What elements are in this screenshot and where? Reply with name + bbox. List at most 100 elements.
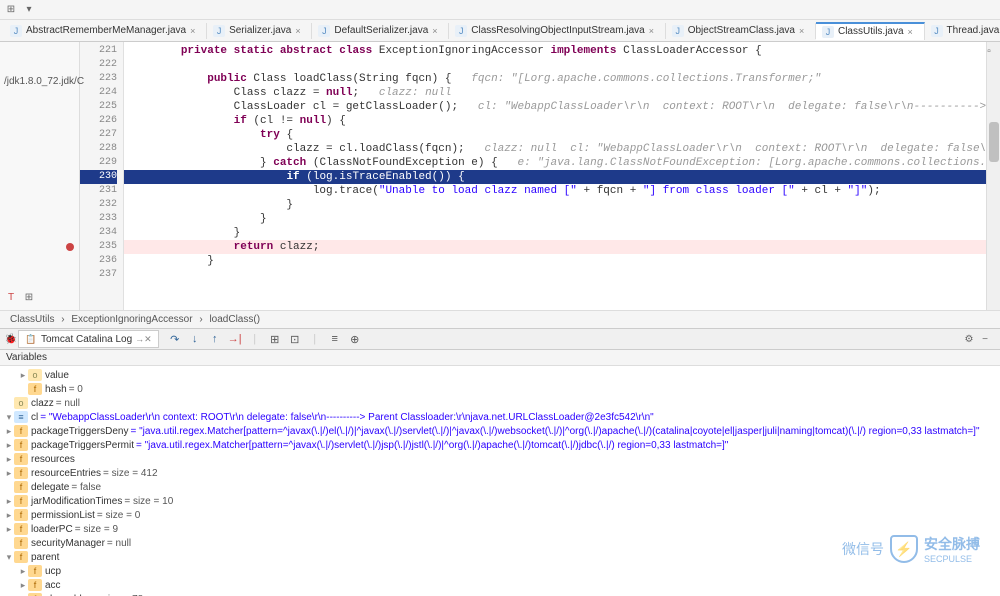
step-over-icon[interactable]: ↷ (167, 331, 183, 347)
editor-tab[interactable]: JAbstractRememberMeManager.java× (4, 23, 207, 39)
variable-row[interactable]: ▸fcloseables = size = 78 (4, 592, 996, 596)
toolbar-icon[interactable]: ▾ (22, 3, 36, 17)
editor-tab[interactable]: JSerializer.java× (207, 23, 312, 39)
variable-row[interactable]: ▸fresources (4, 452, 996, 466)
editor-tab[interactable]: JDefaultSerializer.java× (312, 23, 449, 39)
line-number[interactable]: 234 (80, 226, 117, 240)
gear-icon[interactable]: ⚙ (962, 332, 976, 346)
expand-icon[interactable]: ▸ (18, 370, 28, 381)
breadcrumb-item[interactable]: ExceptionIgnoringAccessor (71, 314, 192, 325)
code-line[interactable]: try { (124, 128, 986, 142)
line-number[interactable]: 235 (80, 240, 117, 254)
variable-row[interactable]: ▸fpackageTriggersDeny = "java.util.regex… (4, 424, 996, 438)
variable-row[interactable]: fsecurityManager = null (4, 536, 996, 550)
expand-icon[interactable]: ▾ (4, 412, 14, 423)
expand-icon[interactable]: ▸ (4, 454, 14, 465)
code-line[interactable] (124, 268, 986, 282)
run-to-icon[interactable]: →| (227, 331, 243, 347)
variable-row[interactable]: ▸ovalue (4, 368, 996, 382)
line-number[interactable]: 232 (80, 198, 117, 212)
line-number[interactable]: 224 (80, 86, 117, 100)
variable-row[interactable]: ▸fucp (4, 564, 996, 578)
line-number[interactable]: 230 (80, 170, 117, 184)
code-line[interactable]: } (124, 226, 986, 240)
line-number[interactable]: 236 (80, 254, 117, 268)
close-icon[interactable]: × (908, 27, 918, 37)
line-number[interactable]: 225 (80, 100, 117, 114)
breadcrumb-item[interactable]: loadClass() (209, 314, 260, 325)
variable-row[interactable]: ▸facc (4, 578, 996, 592)
code-line[interactable]: Class clazz = null; clazz: null (124, 86, 986, 100)
code-line[interactable]: } (124, 198, 986, 212)
sidebar-icon[interactable]: T (4, 290, 18, 304)
code-line[interactable]: } (124, 254, 986, 268)
line-number[interactable]: 231 (80, 184, 117, 198)
variable-row[interactable]: ▾fparent (4, 550, 996, 564)
line-number[interactable]: 223 (80, 72, 117, 86)
maximize-icon[interactable]: ▫ (982, 44, 996, 58)
expand-icon[interactable]: ▸ (4, 468, 14, 479)
variables-panel[interactable]: ▸ovalue fhash = 0 oclazz = null▾≡cl = "W… (0, 366, 1000, 596)
tomcat-log-tab[interactable]: 📋 Tomcat Catalina Log →✕ (18, 330, 159, 348)
editor-tab[interactable]: JThread.java× (925, 23, 1000, 39)
code-line[interactable]: log.trace("Unable to load clazz named ["… (124, 184, 986, 198)
threads-icon[interactable]: ⊡ (287, 331, 303, 347)
line-number[interactable]: 228 (80, 142, 117, 156)
code-line[interactable]: public Class loadClass(String fqcn) { fq… (124, 72, 986, 86)
project-sidebar[interactable]: /jdk1.8.0_72.jdk/C T ⊞ (0, 42, 80, 310)
expand-icon[interactable]: ▸ (4, 524, 14, 535)
line-number[interactable]: 226 (80, 114, 117, 128)
code-line[interactable] (124, 58, 986, 72)
breadcrumb[interactable]: ClassUtils › ExceptionIgnoringAccessor ›… (0, 310, 1000, 328)
variable-row[interactable]: ▸fresourceEntries = size = 412 (4, 466, 996, 480)
expand-icon[interactable]: ▸ (4, 426, 14, 437)
variable-row[interactable]: ▸fpermissionList = size = 0 (4, 508, 996, 522)
close-icon[interactable]: × (799, 26, 809, 36)
expand-icon[interactable]: ▸ (18, 580, 28, 591)
editor-tab[interactable]: JClassUtils.java× (816, 22, 925, 40)
sidebar-icon[interactable]: ⊞ (22, 290, 36, 304)
line-number[interactable]: 229 (80, 156, 117, 170)
line-gutter[interactable]: 2212222232242252262272282292302312322332… (80, 42, 124, 310)
step-out-icon[interactable]: ↑ (207, 331, 223, 347)
line-number[interactable]: 221 (80, 44, 117, 58)
code-line[interactable]: private static abstract class ExceptionI… (124, 44, 986, 58)
code-line[interactable]: } (124, 212, 986, 226)
code-editor[interactable]: private static abstract class ExceptionI… (124, 42, 986, 310)
watch-icon[interactable]: ⊕ (347, 331, 363, 347)
close-icon[interactable]: × (295, 26, 305, 36)
code-line[interactable]: } catch (ClassNotFoundException e) { e: … (124, 156, 986, 170)
close-icon[interactable]: × (190, 26, 200, 36)
close-icon[interactable]: × (649, 26, 659, 36)
variable-row[interactable]: fdelegate = false (4, 480, 996, 494)
step-into-icon[interactable]: ↓ (187, 331, 203, 347)
breakpoint-icon[interactable] (66, 243, 74, 251)
editor-tab[interactable]: JClassResolvingObjectInputStream.java× (449, 23, 665, 39)
close-icon[interactable]: × (432, 26, 442, 36)
line-number[interactable]: 237 (80, 268, 117, 282)
line-number[interactable]: 227 (80, 128, 117, 142)
breadcrumb-item[interactable]: ClassUtils (10, 314, 54, 325)
line-number[interactable]: 222 (80, 58, 117, 72)
toolbar-icon[interactable]: ⊞ (4, 3, 18, 17)
code-line[interactable]: clazz = cl.loadClass(fqcn); clazz: null … (124, 142, 986, 156)
expand-icon[interactable]: ▾ (4, 552, 14, 563)
expand-icon[interactable]: ▸ (4, 440, 14, 451)
code-line[interactable]: return clazz; (124, 240, 986, 254)
variable-row[interactable]: oclazz = null (4, 396, 996, 410)
variable-row[interactable]: ▸floaderPC = size = 9 (4, 522, 996, 536)
minimize-icon[interactable]: − (978, 332, 992, 346)
variable-row[interactable]: ▾≡cl = "WebappClassLoader\r\n context: R… (4, 410, 996, 424)
line-number[interactable]: 233 (80, 212, 117, 226)
variable-row[interactable]: ▸fpackageTriggersPermit = "java.util.reg… (4, 438, 996, 452)
expand-icon[interactable]: ▸ (18, 566, 28, 577)
frames-icon[interactable]: ⊞ (267, 331, 283, 347)
code-line[interactable]: if (log.isTraceEnabled()) { (124, 170, 986, 184)
variable-row[interactable]: ▸fjarModificationTimes = size = 10 (4, 494, 996, 508)
eval-icon[interactable]: ≡ (327, 331, 343, 347)
editor-scrollbar[interactable] (986, 42, 1000, 310)
debug-icon[interactable]: 🐞 (4, 332, 18, 346)
scroll-thumb[interactable] (989, 122, 999, 162)
expand-icon[interactable]: ▸ (4, 496, 14, 507)
code-line[interactable]: ClassLoader cl = getClassLoader(); cl: "… (124, 100, 986, 114)
